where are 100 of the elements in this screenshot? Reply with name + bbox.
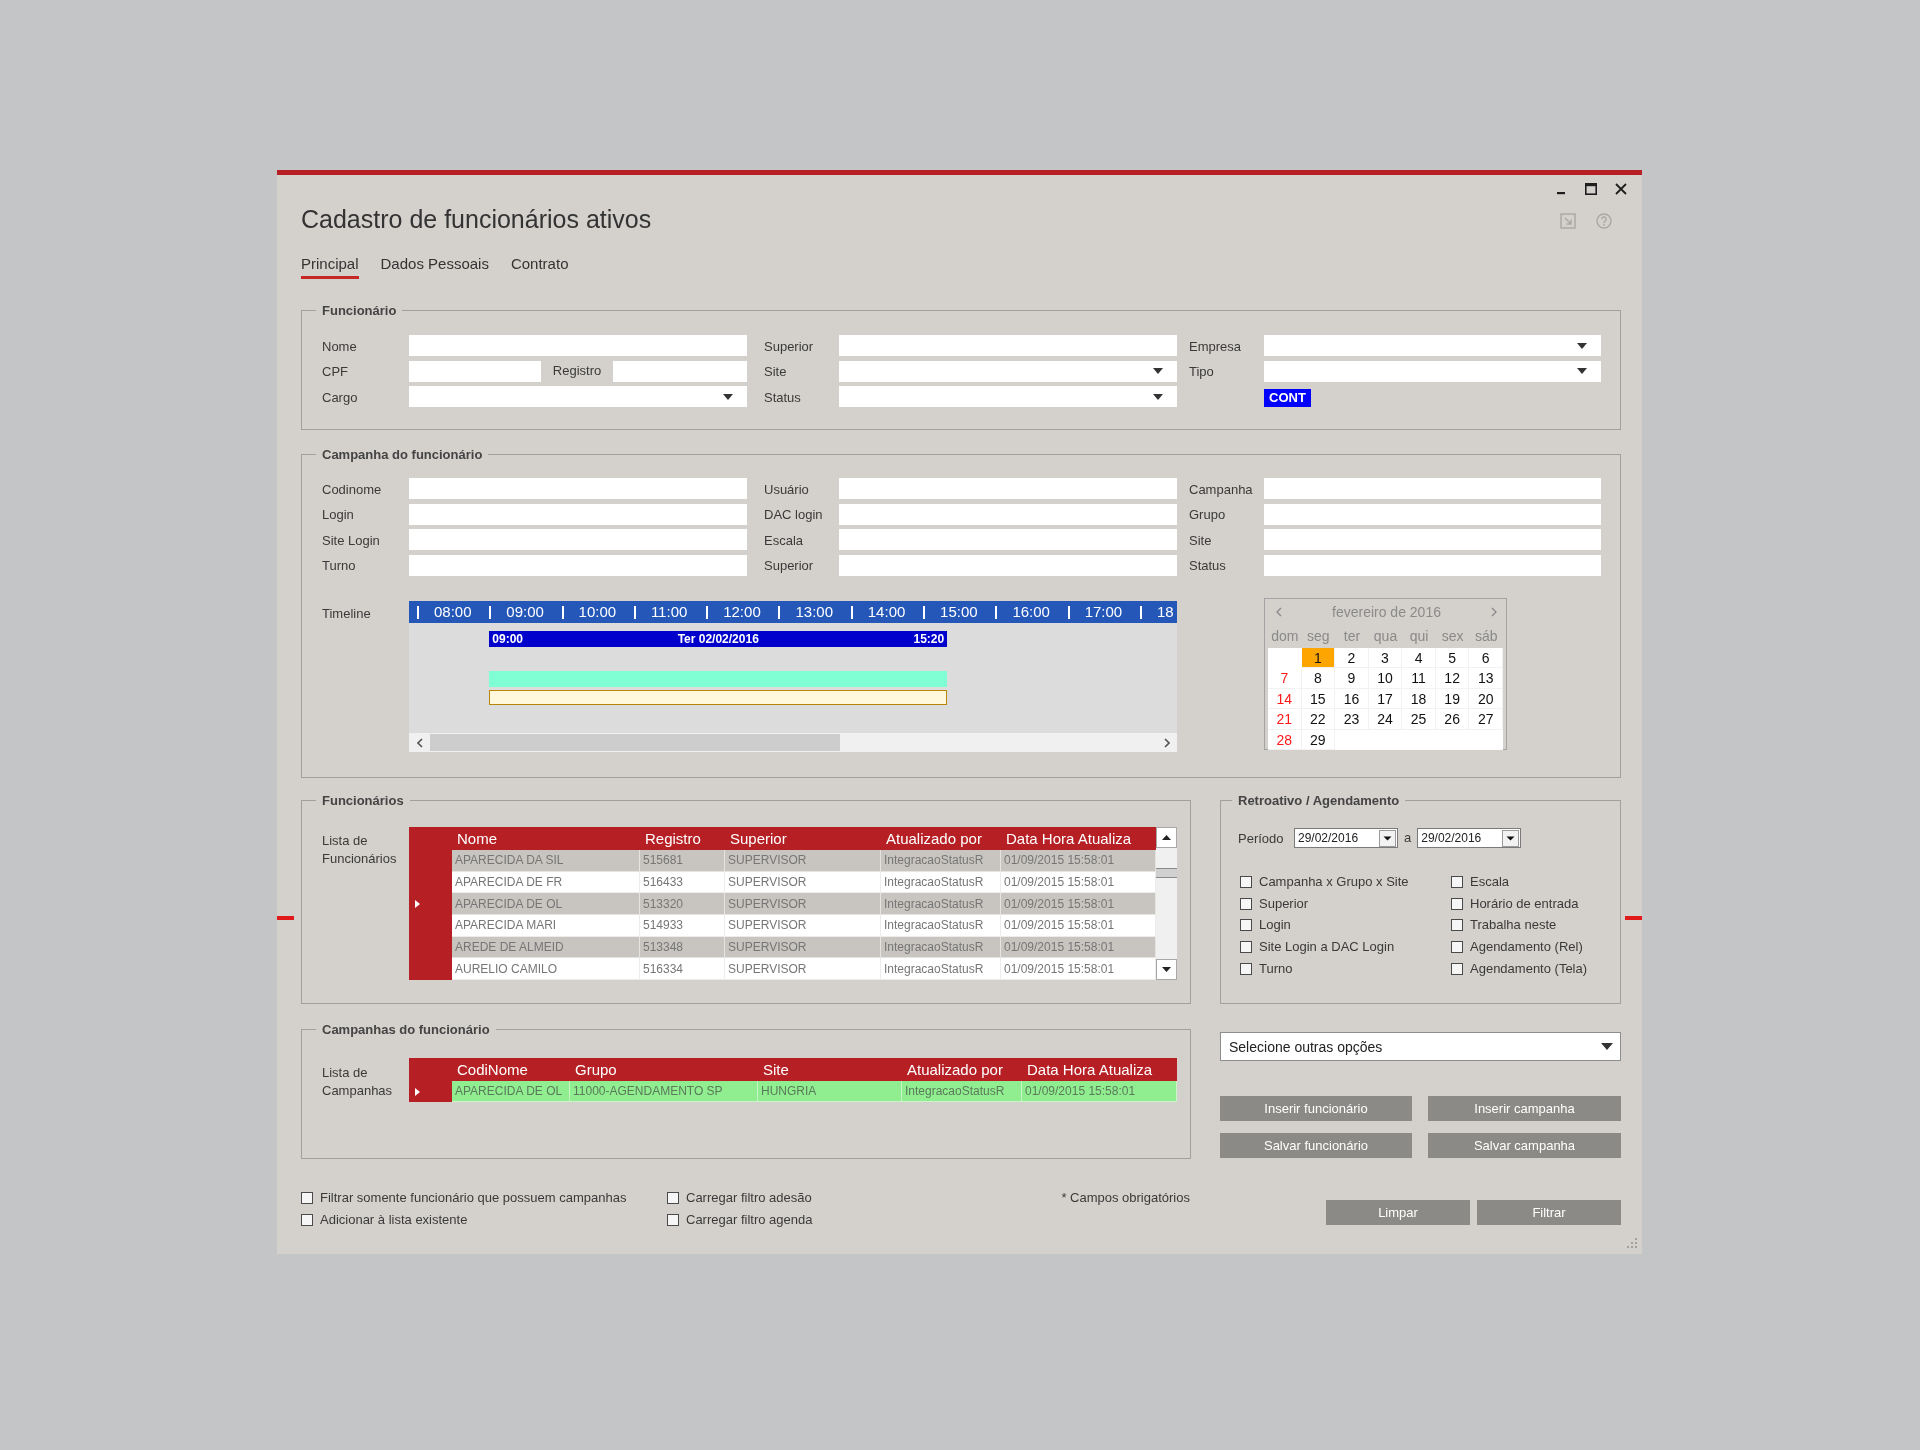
checkbox[interactable] [1240, 897, 1252, 910]
calendar-day[interactable]: 13 [1469, 668, 1503, 689]
scrollbar-thumb[interactable] [430, 734, 840, 751]
close-icon[interactable] [1615, 183, 1627, 195]
table-cell: 513320 [640, 893, 725, 915]
text-field[interactable] [409, 554, 747, 576]
text-field[interactable] [1264, 503, 1601, 525]
checkbox[interactable] [1451, 941, 1463, 954]
calendar-day[interactable]: 11 [1402, 668, 1436, 689]
calendar-day[interactable]: 28 [1268, 729, 1302, 750]
arrow-down-icon[interactable] [1156, 959, 1177, 980]
arrow-up-icon[interactable] [1156, 827, 1177, 848]
text-field[interactable] [1264, 529, 1601, 550]
checkbox[interactable] [1240, 919, 1252, 932]
calendar-day[interactable]: 22 [1301, 709, 1336, 730]
date-picker[interactable]: 29/02/2016 [1294, 828, 1398, 848]
checkbox[interactable] [1240, 875, 1252, 888]
checkbox[interactable] [1240, 941, 1252, 954]
checkbox[interactable] [1451, 919, 1463, 932]
help-icon[interactable] [1596, 213, 1612, 229]
table-cell: 514933 [640, 914, 725, 937]
chevron-left-icon[interactable] [416, 737, 423, 748]
calendar-day[interactable]: 21 [1268, 709, 1302, 730]
checkbox[interactable] [1451, 897, 1463, 910]
text-field[interactable] [839, 335, 1177, 356]
column-header[interactable]: Data Hora Atualiza [1001, 827, 1156, 850]
field-label: Site Login [322, 532, 380, 548]
calendar-day[interactable]: 23 [1335, 709, 1369, 730]
field-label: Lista de Campanhas [322, 1065, 393, 1098]
dropdown[interactable] [1264, 360, 1601, 382]
calendar-day[interactable]: 3 [1368, 648, 1403, 669]
column-header[interactable]: Atualizado por [881, 827, 1001, 850]
range-separator: a [1404, 830, 1412, 846]
column-header[interactable]: CodiNome [452, 1058, 570, 1081]
checkbox[interactable] [301, 1214, 313, 1226]
column-header[interactable]: Registro [640, 827, 725, 850]
column-header[interactable]: Superior [725, 827, 881, 850]
calendar-day[interactable]: 10 [1368, 668, 1403, 689]
tab[interactable]: Contrato [510, 254, 569, 279]
calendar-day[interactable]: 12 [1435, 668, 1470, 689]
column-header[interactable]: Grupo [570, 1058, 758, 1081]
calendar-day[interactable]: 2 [1335, 648, 1369, 669]
column-header[interactable]: Nome [452, 827, 640, 850]
checkbox-label: Superior [1259, 895, 1309, 912]
text-field[interactable] [839, 529, 1177, 550]
calendar-day[interactable]: 20 [1469, 688, 1503, 710]
text-field[interactable] [1264, 478, 1601, 499]
scrollbar-thumb[interactable] [1156, 868, 1177, 878]
text-field[interactable] [839, 503, 1177, 525]
date-picker[interactable]: 29/02/2016 [1417, 828, 1522, 848]
section-title: Retroativo / Agendamento [1238, 793, 1400, 808]
dropdown[interactable] [839, 386, 1177, 407]
calendar-day[interactable]: 15 [1301, 688, 1336, 710]
dropdown[interactable] [409, 386, 747, 407]
dropdown[interactable] [839, 360, 1177, 382]
calendar-day[interactable]: 26 [1435, 709, 1470, 730]
chevron-right-icon[interactable] [1163, 737, 1170, 748]
checkbox[interactable] [301, 1192, 313, 1204]
field-label: Usuário [764, 481, 809, 497]
tab[interactable]: Principal [301, 254, 359, 279]
calendar-day[interactable]: 27 [1469, 709, 1503, 730]
calendar-day[interactable]: 17 [1368, 688, 1403, 710]
column-header[interactable]: Site [758, 1058, 902, 1081]
maximize-icon[interactable] [1585, 183, 1597, 195]
calendar-day[interactable]: 8 [1301, 668, 1336, 689]
calendar-day[interactable]: 19 [1435, 688, 1470, 710]
checkbox[interactable] [1451, 962, 1463, 975]
checkbox[interactable] [667, 1214, 679, 1226]
text-field[interactable] [409, 360, 541, 382]
text-field[interactable] [409, 529, 747, 550]
checkbox[interactable] [667, 1192, 679, 1204]
event-bar[interactable]: 09:00 Ter 02/02/2016 15:20 [489, 631, 948, 647]
tab[interactable]: Dados Pessoais [380, 254, 489, 279]
dropdown[interactable] [1264, 335, 1601, 356]
calendar-day[interactable]: 4 [1402, 648, 1436, 669]
text-field[interactable] [409, 478, 747, 499]
resize-grip-icon[interactable] [1627, 1238, 1637, 1248]
calendar-day[interactable]: 14 [1268, 688, 1302, 710]
calendar-day[interactable]: 5 [1435, 648, 1470, 669]
checkbox[interactable] [1240, 962, 1252, 975]
text-field[interactable] [839, 554, 1177, 576]
text-field[interactable] [613, 360, 747, 382]
checkbox[interactable] [1451, 875, 1463, 888]
row-header[interactable] [409, 1081, 452, 1102]
calendar-day[interactable]: 25 [1402, 709, 1436, 730]
calendar-day[interactable]: 29 [1301, 729, 1336, 750]
column-header[interactable]: Data Hora Atualiza [1022, 1058, 1177, 1081]
text-field[interactable] [409, 503, 747, 525]
calendar-day[interactable]: 7 [1268, 668, 1302, 689]
calendar-day[interactable]: 9 [1335, 668, 1369, 689]
text-field[interactable] [839, 478, 1177, 499]
calendar-day[interactable]: 18 [1402, 688, 1436, 710]
text-field[interactable] [409, 335, 747, 356]
calendar-day[interactable]: 16 [1335, 688, 1369, 710]
dropdown[interactable]: Selecione outras opções [1220, 1032, 1621, 1061]
calendar-day[interactable]: 24 [1368, 709, 1403, 730]
calendar-day[interactable]: 6 [1469, 648, 1503, 669]
column-header[interactable]: Atualizado por [902, 1058, 1022, 1081]
text-field[interactable] [1264, 554, 1601, 576]
calendar-day[interactable]: 1 [1301, 648, 1336, 669]
